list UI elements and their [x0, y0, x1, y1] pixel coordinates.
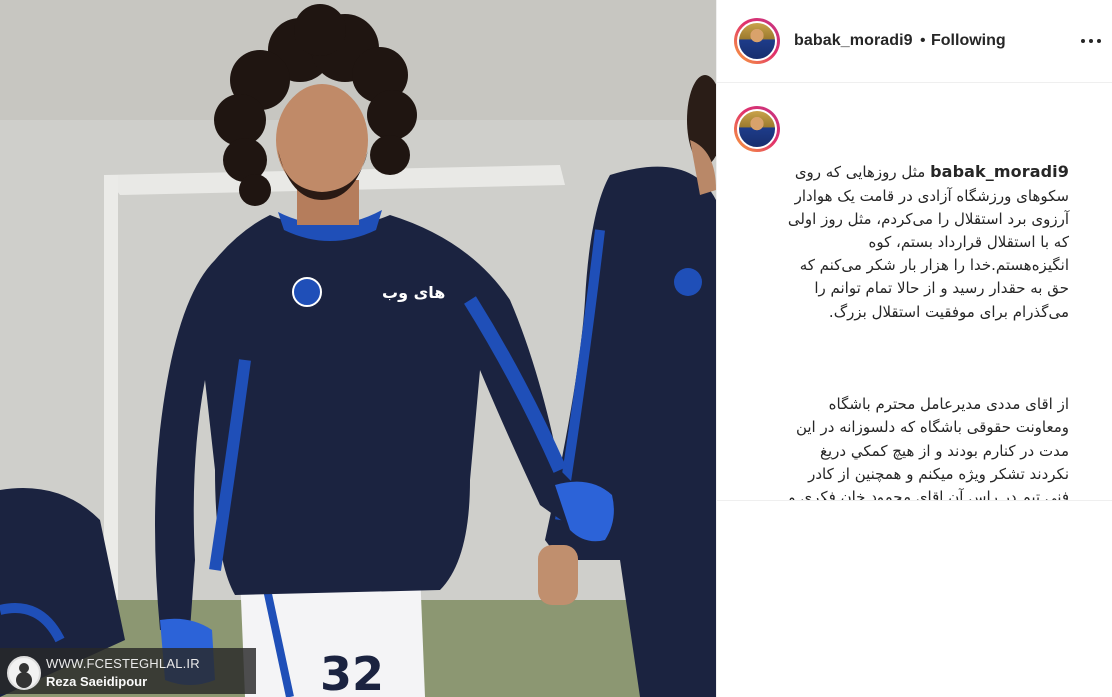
watermark-site: WWW.FCESTEGHLAL.IR — [46, 656, 200, 671]
player-photo-illustration: 32 های وب — [0, 0, 716, 697]
photo-watermark: WWW.FCESTEGHLAL.IR Reza Saeidipour — [0, 648, 256, 694]
section-divider — [717, 500, 1112, 501]
more-options-icon[interactable] — [1077, 30, 1105, 52]
comments-scroll-area[interactable]: babak_moradi9 مثل روزهایی که روی سکوهای … — [717, 84, 1112, 500]
header-separator: • — [920, 32, 926, 49]
caption-paragraph-1: مثل روزهایی که روی سکوهای ورزشگاه آزادی … — [783, 163, 1069, 321]
post-side-panel: babak_moradi9 • Following babak_moradi9 … — [716, 0, 1112, 697]
caption-username[interactable]: babak_moradi9 — [930, 162, 1069, 181]
shorts-number: 32 — [320, 647, 384, 697]
club-logo-icon — [7, 656, 41, 690]
caption-paragraph-2: از اقای مددی مدیرعامل محترم باشگاه ومعاو… — [788, 395, 1069, 500]
post-caption: babak_moradi9 مثل روزهایی که روی سکوهای … — [781, 114, 1069, 500]
header-avatar[interactable] — [734, 18, 780, 64]
caption-avatar[interactable] — [734, 106, 780, 152]
following-button[interactable]: Following — [931, 32, 1006, 50]
post-header: babak_moradi9 • Following — [717, 0, 1112, 83]
header-username[interactable]: babak_moradi9 — [794, 32, 913, 50]
post-photo[interactable]: 32 های وب WWW.FCESTEGHLAL.IR Reza Saeidi… — [0, 0, 716, 697]
avatar-image — [737, 109, 777, 149]
watermark-credit: Reza Saeidipour — [46, 674, 148, 689]
shirt-sponsor: های وب — [382, 283, 445, 302]
avatar-image — [737, 21, 777, 61]
